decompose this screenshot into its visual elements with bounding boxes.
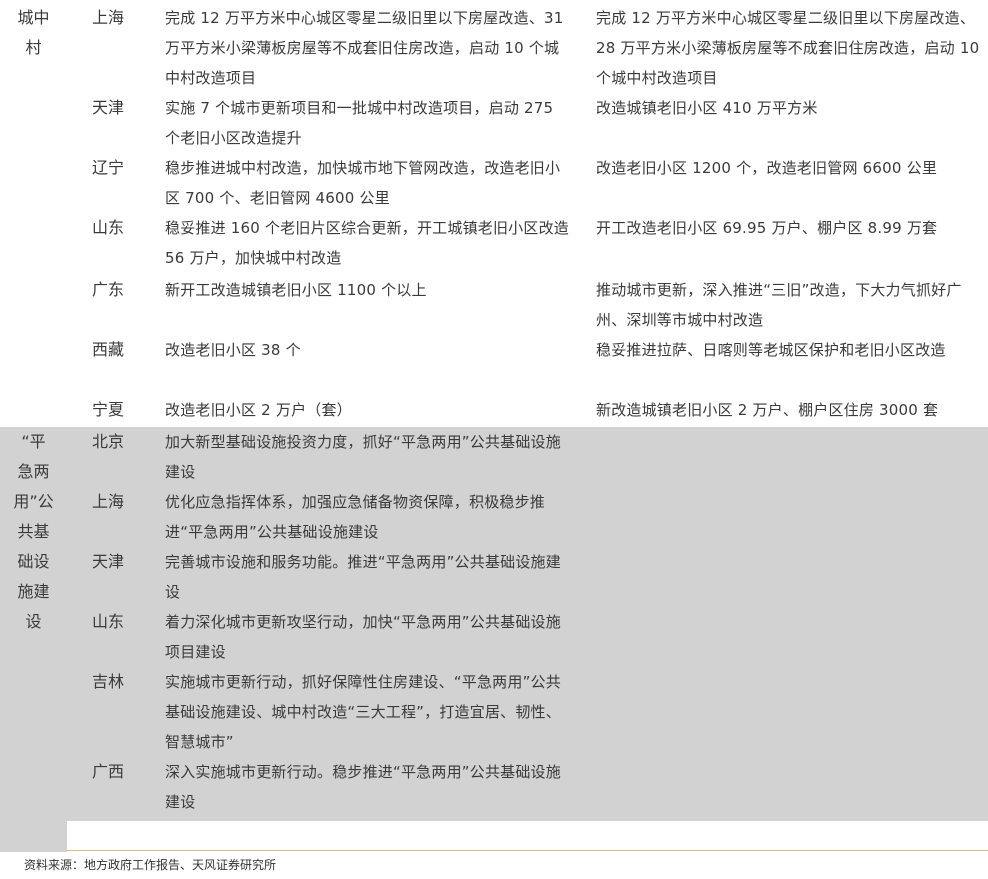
province-tianjin: 天津 — [92, 552, 125, 571]
province-shandong: 山东 — [92, 218, 125, 237]
cell-2024-shanghai: 完成 12 万平方米中心城区零星二级旧里以下房屋改造、28 万平方米小梁薄板房屋… — [596, 9, 980, 87]
cell-2023-xizang: 改造老旧小区 38 个 — [165, 341, 301, 359]
province-beijing: 北京 — [92, 432, 125, 451]
cell-2023-liaoning: 稳步推进城中村改造，加快城市地下管网改造，改造老旧小区 700 个、老旧管网 4… — [165, 159, 561, 207]
category-column-tail — [0, 821, 67, 852]
cell-2023-shanghai: 优化应急指挥体系，加强应急储备物资保障，积极稳步推进“平急两用”公共基础设施建设 — [165, 493, 546, 541]
cell-2023-guangdong: 新开工改造城镇老旧小区 1100 个以上 — [165, 281, 427, 299]
cell-2023-shanghai: 完成 12 万平方米中心城区零星二级旧里以下房屋改造、31 万平方米小梁薄板房屋… — [165, 9, 564, 87]
cell-2023-shandong: 稳妥推进 160 个老旧片区综合更新，开工城镇老旧小区改造 56 万户，加快城中… — [165, 219, 569, 267]
source-note: 资料来源：地方政府工作报告、天风证券研究所 — [24, 858, 277, 872]
province-ningxia: 宁夏 — [92, 400, 125, 419]
province-jilin: 吉林 — [92, 672, 125, 691]
province-shandong: 山东 — [92, 612, 125, 631]
cell-2023-tianjin: 实施 7 个城市更新项目和一批城中村改造项目，启动 275 个老旧小区改造提升 — [165, 99, 554, 147]
cell-2024-xizang: 稳妥推进拉萨、日喀则等老城区保护和老旧小区改造 — [596, 341, 946, 359]
province-guangdong: 广东 — [92, 280, 125, 299]
cell-2023-ningxia: 改造老旧小区 2 万户（套） — [165, 401, 352, 419]
category-label: “平 急两 用”公 共基 础设 施建 设 — [13, 432, 54, 631]
cell-2024-shandong: 开工改造老旧小区 69.95 万户、棚户区 8.99 万套 — [596, 219, 938, 237]
section-dual-use-infrastructure: “平 急两 用”公 共基 础设 施建 设 北京 加大新型基础设施投资力度，抓好“… — [0, 427, 988, 821]
category-label: 城中 村 — [17, 8, 50, 57]
province-tianjin: 天津 — [92, 98, 125, 117]
cell-2024-ningxia: 新改造城镇老旧小区 2 万户、棚户区住房 3000 套 — [596, 401, 939, 419]
cell-2023-guangxi: 深入实施城市更新行动。稳步推进“平急两用”公共基础设施建设 — [165, 763, 561, 811]
cell-2024-guangdong: 推动城市更新，深入推进“三旧”改造，下大力气抓好广州、深圳等市城中村改造 — [596, 281, 962, 329]
cell-2024-liaoning: 改造老旧小区 1200 个，改造老旧管网 6600 公里 — [596, 159, 938, 177]
province-liaoning: 辽宁 — [92, 158, 125, 177]
section-urban-villages: 城中 村 上海 完成 12 万平方米中心城区零星二级旧里以下房屋改造、31 万平… — [0, 0, 988, 427]
province-guangxi: 广西 — [92, 762, 125, 781]
table-bottom-rule — [67, 850, 988, 851]
cell-2023-shandong: 着力深化城市更新攻坚行动，加快“平急两用”公共基础设施项目建设 — [165, 613, 561, 661]
province-xizang: 西藏 — [92, 340, 125, 359]
province-shanghai: 上海 — [92, 8, 125, 27]
cell-2023-tianjin: 完善城市设施和服务功能。推进“平急两用”公共基础设施建设 — [165, 553, 561, 601]
cell-2024-tianjin: 改造城镇老旧小区 410 万平方米 — [596, 99, 818, 117]
cell-2023-jilin: 实施城市更新行动，抓好保障性住房建设、“平急两用”公共基础设施建设、城中村改造“… — [165, 673, 561, 751]
policy-table-page: 城中 村 上海 完成 12 万平方米中心城区零星二级旧里以下房屋改造、31 万平… — [0, 0, 988, 879]
cell-2023-beijing: 加大新型基础设施投资力度，抓好“平急两用”公共基础设施建设 — [165, 433, 561, 481]
province-shanghai: 上海 — [92, 492, 125, 511]
